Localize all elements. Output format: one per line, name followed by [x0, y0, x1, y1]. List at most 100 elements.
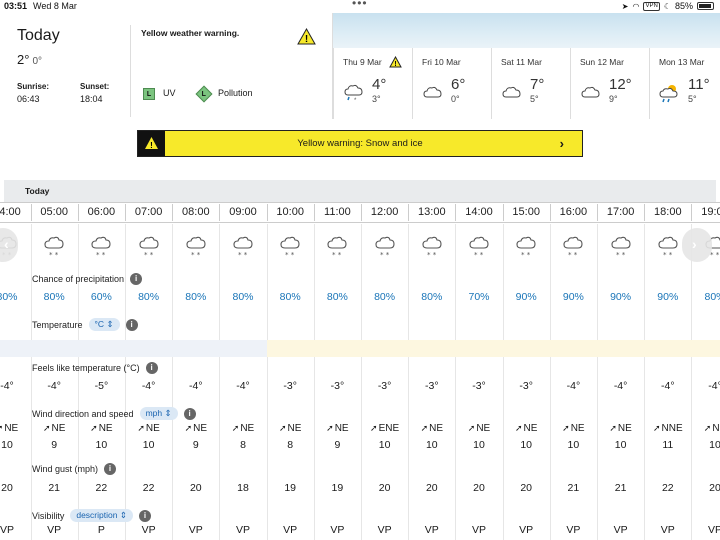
day-header-label: Today: [25, 186, 50, 196]
multitask-dots-icon[interactable]: •••: [352, 0, 368, 10]
day-high: 4°: [372, 76, 387, 93]
wind-unit-select[interactable]: mph ⇕: [139, 407, 178, 420]
forecast-day[interactable]: Thu 9 Mar! * 4° 3°: [333, 48, 412, 119]
svg-text:!: !: [305, 34, 308, 45]
precip-value: 80%: [374, 291, 396, 303]
vpn-badge: VPN: [643, 1, 660, 11]
info-icon[interactable]: i: [138, 509, 151, 522]
wind-arrow-icon: ➚: [420, 423, 429, 433]
feels-like-value: -3°: [283, 380, 297, 392]
feels-like-value: -4°: [47, 380, 61, 392]
uv-label: UV: [163, 88, 176, 98]
precip-value: 90%: [610, 291, 632, 303]
wind-direction-label: NE: [476, 423, 491, 434]
today-high: 2°: [17, 52, 30, 67]
svg-text:* *: * *: [49, 251, 59, 258]
hour-label: 11:00: [324, 206, 351, 218]
status-time: 03:51: [4, 1, 28, 11]
wind-direction: ➚NE: [78, 423, 124, 434]
feels-like-value: -3°: [425, 380, 439, 392]
forecast-day[interactable]: Mon 13 Mar 11° 5°: [649, 48, 720, 119]
info-icon[interactable]: i: [145, 362, 158, 374]
wind-gust-value: 21: [567, 482, 580, 494]
visibility-value: VP: [377, 524, 392, 536]
day-high: 12°: [609, 76, 632, 93]
temp-label: Temperature: [32, 319, 83, 330]
snow-cloud-icon: * *: [90, 236, 112, 263]
hour-label: 07:00: [134, 206, 163, 218]
precip-value: 90%: [562, 291, 584, 303]
weather-warning-text[interactable]: Yellow weather warning.: [141, 28, 239, 38]
hour-divider: [266, 204, 268, 221]
snow-cloud-icon: * *: [138, 236, 160, 263]
hour-label: 06:00: [87, 206, 116, 218]
info-icon[interactable]: i: [130, 273, 143, 285]
wind-direction: ➚NE: [456, 423, 502, 434]
forecast-day[interactable]: Fri 10 Mar 6° 0°: [412, 48, 491, 119]
scroll-right-button[interactable]: ›: [682, 228, 712, 262]
cloud-icon: [502, 86, 521, 98]
wind-gust-value: 20: [709, 482, 720, 494]
wind-gust-value: 22: [661, 482, 674, 494]
divider: [130, 25, 131, 117]
today-title: Today: [17, 27, 60, 44]
info-icon[interactable]: i: [183, 407, 196, 420]
today-card[interactable]: Today 2° 0° Sunrise: 06:43 Sunset: 18:04 …: [0, 13, 333, 119]
wind-direction: ➚NE: [267, 423, 313, 434]
forecast-day[interactable]: Sat 11 Mar 7° 5°: [491, 48, 570, 119]
wind-arrow-icon: ➚: [370, 423, 378, 433]
snow-cloud-icon: * *: [421, 236, 443, 263]
precip-value: 70%: [468, 291, 490, 303]
precip-value: 80%: [232, 291, 254, 303]
forecast-days: Thu 9 Mar! * 4° 3° Fri 10 Mar 6° 0° Sat 11 Mar 7…: [333, 48, 720, 119]
svg-text:* *: * *: [521, 251, 531, 258]
feels-row-label: Feels like temperature (°C) i: [32, 362, 158, 374]
chevron-left-icon: ‹: [4, 236, 9, 252]
temperature-row-bg: [0, 340, 720, 357]
day-name: Fri 10 Mar: [422, 57, 461, 67]
svg-text:*: *: [354, 98, 357, 104]
feels-like-value: -4°: [613, 380, 628, 392]
warning-banner[interactable]: ! Yellow warning: Snow and ice ›: [137, 130, 583, 157]
svg-text:* *: * *: [568, 251, 578, 258]
wind-gust-value: 22: [142, 482, 155, 494]
wind-direction-label: NNE: [661, 423, 683, 434]
info-icon[interactable]: i: [104, 463, 117, 475]
info-icon[interactable]: i: [125, 318, 138, 331]
hour-divider: [30, 204, 32, 221]
feels-like-value: -4°: [566, 380, 581, 392]
hour-divider: [219, 204, 221, 221]
day-high: 6°: [451, 76, 466, 93]
day-low: 5°: [530, 94, 539, 104]
snow-cloud-icon: * *: [468, 236, 490, 263]
precip-row-label: Chance of precipitation i: [32, 273, 143, 285]
visibility-value: VP: [707, 524, 720, 536]
wind-direction: ➚NNE: [645, 423, 691, 434]
day-low: 3°: [372, 94, 381, 104]
wind-direction: ➚NE: [220, 423, 266, 434]
pollution-label: Pollution: [218, 88, 253, 98]
feels-like-value: -3°: [472, 380, 486, 392]
snow-cloud-icon: * *: [374, 236, 396, 263]
precip-value: 80%: [185, 291, 207, 303]
temp-unit-select[interactable]: °C ⇕: [88, 318, 120, 331]
wind-direction: ➚NE: [314, 423, 360, 434]
feels-like-value: -5°: [94, 380, 109, 392]
wind-arrow-icon: ➚: [231, 423, 240, 433]
vis-unit-select[interactable]: description ⇕: [70, 509, 133, 522]
wind-arrow-icon: ➚: [562, 423, 570, 433]
warning-icon[interactable]: !: [297, 28, 316, 45]
wind-arrow-icon: ➚: [326, 423, 334, 433]
visibility-value: VP: [283, 524, 298, 536]
day-name: Mon 13 Mar: [659, 57, 705, 67]
wind-arrow-icon: ➚: [514, 423, 523, 433]
forecast-day[interactable]: Sun 12 Mar 12° 9°: [570, 48, 649, 119]
wind-speed-value: 9: [51, 439, 58, 451]
day-low: 9°: [609, 94, 618, 104]
cloud-icon: [581, 86, 600, 98]
day-low: 5°: [688, 94, 697, 104]
wind-direction-label: NE: [51, 423, 66, 434]
sleet-icon: *: [344, 84, 363, 104]
temp-row-label: Temperature °C ⇕ i: [32, 318, 138, 331]
precip-label: Chance of precipitation: [32, 274, 125, 284]
